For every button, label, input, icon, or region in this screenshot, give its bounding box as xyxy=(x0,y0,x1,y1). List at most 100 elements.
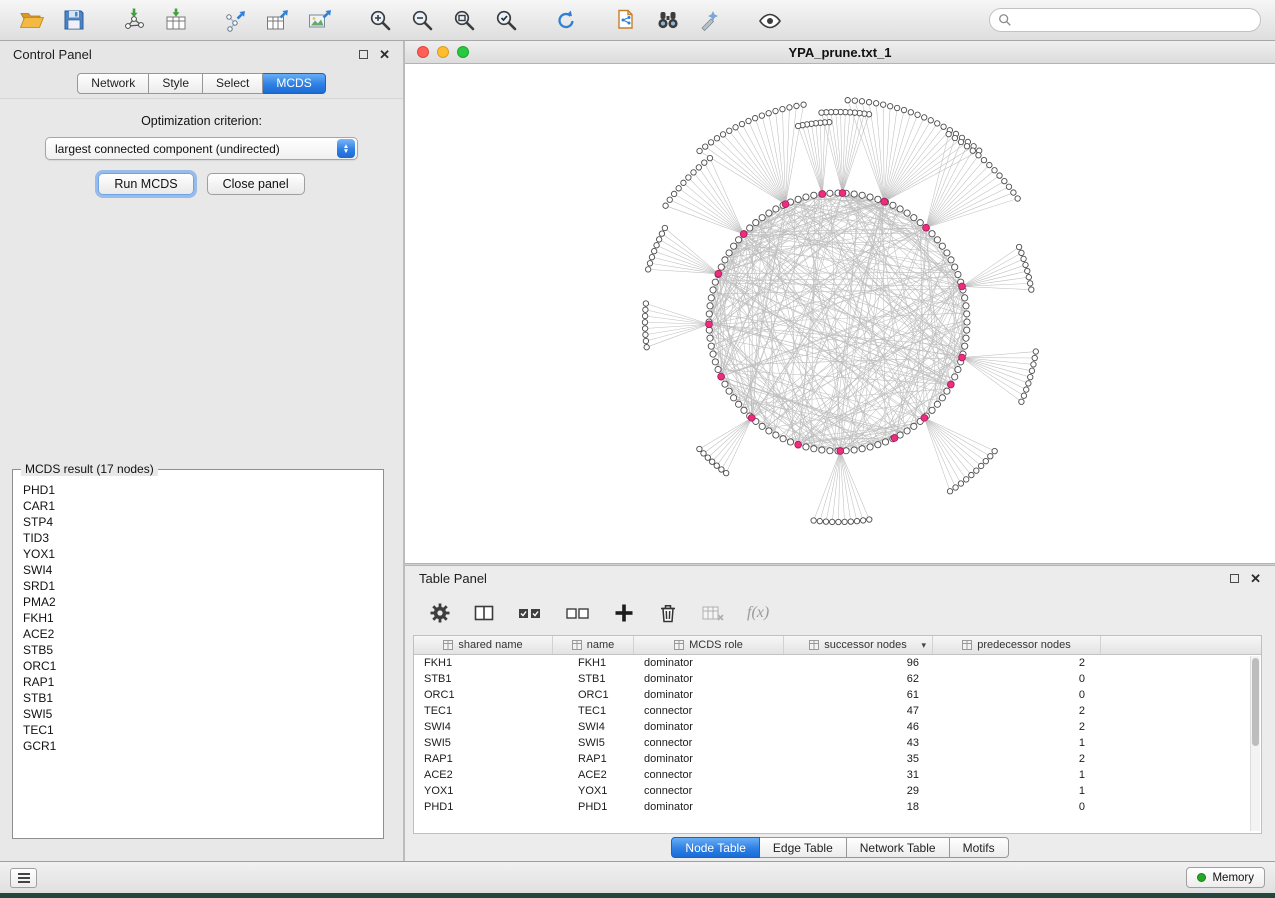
tab-select[interactable]: Select xyxy=(203,73,263,94)
show-columns-button[interactable] xyxy=(473,602,495,624)
result-node[interactable]: TID3 xyxy=(23,530,383,546)
zoom-in-button[interactable] xyxy=(362,4,398,36)
table-row[interactable]: STB1STB1dominator620 xyxy=(414,671,1261,687)
panel-selector-button[interactable] xyxy=(10,868,37,888)
result-node[interactable]: ORC1 xyxy=(23,658,383,674)
binoculars-icon xyxy=(655,8,681,32)
result-node[interactable]: PHD1 xyxy=(23,482,383,498)
zoom-out-button[interactable] xyxy=(404,4,440,36)
column-header-successor-nodes[interactable]: successor nodes▾ xyxy=(784,636,933,654)
memory-button[interactable]: Memory xyxy=(1186,867,1265,888)
column-header-predecessor-nodes[interactable]: predecessor nodes xyxy=(933,636,1101,654)
table-cell: SWI4 xyxy=(553,721,634,733)
result-node[interactable]: GCR1 xyxy=(23,738,383,754)
run-mcds-button[interactable]: Run MCDS xyxy=(98,173,193,195)
show-hide-button[interactable] xyxy=(752,4,788,36)
optimization-criterion-select[interactable]: largest connected component (undirected)… xyxy=(45,137,358,160)
table-cell: 2 xyxy=(933,657,1101,669)
table-row[interactable]: PHD1PHD1dominator180 xyxy=(414,799,1261,815)
result-node[interactable]: STP4 xyxy=(23,514,383,530)
network-from-file-button[interactable] xyxy=(608,4,644,36)
column-icon xyxy=(572,640,582,650)
open-file-button[interactable] xyxy=(14,4,50,36)
result-node[interactable]: FKH1 xyxy=(23,610,383,626)
graphics-details-button[interactable] xyxy=(692,4,728,36)
zoom-selected-button[interactable] xyxy=(488,4,524,36)
table-cell: ORC1 xyxy=(553,689,634,701)
table-settings-button[interactable] xyxy=(429,602,451,624)
delete-column-button[interactable] xyxy=(657,602,679,624)
table-cell: FKH1 xyxy=(414,657,553,669)
minimize-window-button[interactable] xyxy=(437,46,449,58)
sort-indicator-icon[interactable]: ▾ xyxy=(921,640,926,651)
close-panel-button[interactable]: Close panel xyxy=(207,173,305,195)
import-table-button[interactable] xyxy=(158,4,194,36)
result-node[interactable]: CAR1 xyxy=(23,498,383,514)
result-node[interactable]: TEC1 xyxy=(23,722,383,738)
tab-network[interactable]: Network xyxy=(77,73,149,94)
result-node[interactable]: SWI5 xyxy=(23,706,383,722)
checked-boxes-icon xyxy=(517,602,543,624)
search-field[interactable] xyxy=(989,8,1261,32)
table-panel-title: Table Panel xyxy=(419,571,487,586)
network-canvas[interactable] xyxy=(405,64,1275,563)
zoom-fit-button[interactable] xyxy=(446,4,482,36)
tab-motifs[interactable]: Motifs xyxy=(950,837,1009,858)
tab-node-table[interactable]: Node Table xyxy=(671,837,760,858)
float-panel-icon[interactable] xyxy=(359,50,368,59)
import-network-button[interactable] xyxy=(116,4,152,36)
table-cell: YOX1 xyxy=(414,785,553,797)
result-node[interactable]: PMA2 xyxy=(23,594,383,610)
result-node[interactable]: ACE2 xyxy=(23,626,383,642)
mcds-result-list[interactable]: PHD1CAR1STP4TID3YOX1SWI4SRD1PMA2FKH1ACE2… xyxy=(13,470,383,838)
tab-edge-table[interactable]: Edge Table xyxy=(760,837,847,858)
search-icon xyxy=(998,13,1012,27)
close-panel-icon[interactable]: ✕ xyxy=(379,48,390,61)
dropdown-stepper-icon: ▲▼ xyxy=(337,139,355,158)
result-node[interactable]: SRD1 xyxy=(23,578,383,594)
table-cell: dominator xyxy=(634,801,784,813)
export-table-button[interactable] xyxy=(260,4,296,36)
export-network-button[interactable] xyxy=(218,4,254,36)
result-node[interactable]: STB5 xyxy=(23,642,383,658)
find-button[interactable] xyxy=(650,4,686,36)
table-row[interactable]: SWI4SWI4dominator462 xyxy=(414,719,1261,735)
table-cell: STB1 xyxy=(553,673,634,685)
export-table-icon xyxy=(265,8,291,32)
file-group xyxy=(14,4,92,36)
float-table-panel-icon[interactable] xyxy=(1230,574,1239,583)
save-session-button[interactable] xyxy=(56,4,92,36)
select-all-columns-button[interactable] xyxy=(517,602,543,624)
export-network-icon xyxy=(223,8,249,32)
create-column-button[interactable] xyxy=(613,602,635,624)
close-table-panel-icon[interactable]: ✕ xyxy=(1250,572,1261,585)
node-table-body[interactable]: FKH1FKH1dominator962STB1STB1dominator620… xyxy=(414,655,1261,833)
maximize-window-button[interactable] xyxy=(457,46,469,58)
table-row[interactable]: ACE2ACE2connector311 xyxy=(414,767,1261,783)
optimization-criterion-value: largest connected component (undirected) xyxy=(46,142,337,156)
scrollbar-thumb[interactable] xyxy=(1252,658,1259,746)
table-row[interactable]: FKH1FKH1dominator962 xyxy=(414,655,1261,671)
table-row[interactable]: RAP1RAP1dominator352 xyxy=(414,751,1261,767)
result-node[interactable]: YOX1 xyxy=(23,546,383,562)
tab-network-table[interactable]: Network Table xyxy=(847,837,950,858)
search-input[interactable] xyxy=(1017,13,1252,27)
column-header-shared-name[interactable]: shared name xyxy=(414,636,553,654)
table-row[interactable]: YOX1YOX1connector291 xyxy=(414,783,1261,799)
result-node[interactable]: RAP1 xyxy=(23,674,383,690)
tab-style[interactable]: Style xyxy=(149,73,203,94)
network-window-titlebar[interactable]: YPA_prune.txt_1 xyxy=(405,41,1275,64)
table-scrollbar[interactable] xyxy=(1250,656,1260,831)
table-row[interactable]: TEC1TEC1connector472 xyxy=(414,703,1261,719)
close-window-button[interactable] xyxy=(417,46,429,58)
result-node[interactable]: STB1 xyxy=(23,690,383,706)
refresh-button[interactable] xyxy=(548,4,584,36)
table-row[interactable]: SWI5SWI5connector431 xyxy=(414,735,1261,751)
result-node[interactable]: SWI4 xyxy=(23,562,383,578)
column-header-mcds-role[interactable]: MCDS role xyxy=(634,636,784,654)
tab-mcds[interactable]: MCDS xyxy=(263,73,325,94)
unselect-all-columns-button[interactable] xyxy=(565,602,591,624)
table-row[interactable]: ORC1ORC1dominator610 xyxy=(414,687,1261,703)
column-header-name[interactable]: name xyxy=(553,636,634,654)
export-image-button[interactable] xyxy=(302,4,338,36)
